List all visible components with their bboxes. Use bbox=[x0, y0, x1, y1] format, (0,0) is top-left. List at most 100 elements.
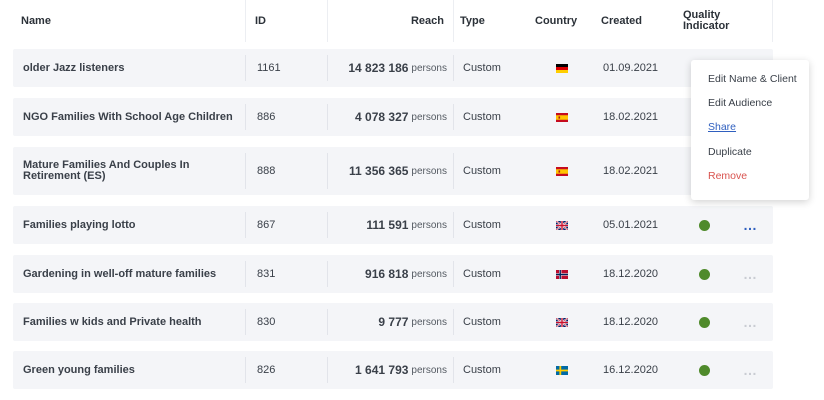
cell-divider bbox=[327, 153, 328, 189]
country-flag bbox=[556, 303, 568, 341]
table-row[interactable]: Gardening in well-off mature families 83… bbox=[13, 255, 773, 293]
column-divider bbox=[453, 0, 454, 42]
reach-unit: persons bbox=[411, 268, 447, 280]
audience-name[interactable]: older Jazz listeners bbox=[23, 49, 241, 87]
created-date: 16.12.2020 bbox=[603, 364, 659, 376]
cell-divider bbox=[245, 212, 246, 238]
column-header-country[interactable]: Country bbox=[535, 0, 577, 42]
created-date: 01.09.2021 bbox=[603, 62, 659, 74]
created-date: 18.02.2021 bbox=[603, 111, 659, 123]
cell-divider bbox=[327, 212, 328, 238]
audience-id: 867 bbox=[257, 219, 276, 231]
audience-id: 831 bbox=[257, 268, 276, 280]
reach-unit: persons bbox=[411, 364, 447, 376]
quality-indicator bbox=[699, 206, 710, 244]
more-options-icon[interactable]: … bbox=[743, 362, 758, 378]
reach-value: 111 591 bbox=[366, 218, 409, 232]
audience-id: 888 bbox=[257, 165, 276, 177]
audience-name[interactable]: NGO Families With School Age Children bbox=[23, 98, 241, 136]
cell-divider bbox=[453, 153, 454, 189]
audience-id: 826 bbox=[257, 364, 276, 376]
table-row[interactable]: older Jazz listeners 1161 14 823 186 per… bbox=[13, 49, 773, 87]
audience-reach: 9 777 persons bbox=[329, 303, 447, 341]
audience-name[interactable]: Families playing lotto bbox=[23, 206, 241, 244]
reach-value: 14 823 186 bbox=[348, 61, 409, 75]
quality-good-dot-icon bbox=[699, 219, 710, 231]
audience-name[interactable]: Families w kids and Private health bbox=[23, 303, 241, 341]
reach-value: 4 078 327 bbox=[355, 110, 409, 124]
reach-unit: persons bbox=[411, 165, 447, 177]
row-actions[interactable]: … bbox=[743, 206, 758, 244]
table-row[interactable]: Families playing lotto 867 111 591 perso… bbox=[13, 206, 773, 244]
audience-type: Custom bbox=[463, 165, 501, 177]
audience-type: Custom bbox=[463, 316, 501, 328]
reach-unit: persons bbox=[411, 111, 447, 123]
audience-type: Custom bbox=[463, 268, 501, 280]
cell-divider bbox=[453, 55, 454, 81]
more-options-icon[interactable]: … bbox=[743, 217, 758, 233]
cell-divider bbox=[245, 153, 246, 189]
cell-divider bbox=[245, 357, 246, 383]
column-header-quality-indicator[interactable]: Quality Indicator bbox=[683, 0, 743, 42]
column-header-reach[interactable]: Reach bbox=[329, 0, 444, 42]
reach-value: 916 818 bbox=[365, 267, 409, 281]
menu-item-edit-audience[interactable]: Edit Audience bbox=[708, 97, 772, 109]
more-options-icon[interactable]: … bbox=[743, 266, 758, 282]
audience-type: Custom bbox=[463, 111, 501, 123]
menu-item-remove[interactable]: Remove bbox=[708, 170, 747, 182]
quality-indicator bbox=[699, 303, 710, 341]
cell-divider bbox=[245, 104, 246, 130]
cell-divider bbox=[245, 309, 246, 335]
cell-divider bbox=[453, 261, 454, 287]
row-actions[interactable]: … bbox=[743, 351, 758, 389]
cell-divider bbox=[327, 55, 328, 81]
cell-divider bbox=[245, 55, 246, 81]
cell-divider bbox=[453, 357, 454, 383]
country-flag bbox=[556, 98, 568, 136]
cell-divider bbox=[327, 309, 328, 335]
audience-id: 886 bbox=[257, 111, 276, 123]
created-date: 18.02.2021 bbox=[603, 165, 659, 177]
audience-name[interactable]: Gardening in well-off mature families bbox=[23, 255, 241, 293]
cell-divider bbox=[453, 104, 454, 130]
column-header-type[interactable]: Type bbox=[460, 0, 485, 42]
table-row[interactable]: Families w kids and Private health 830 9… bbox=[13, 303, 773, 341]
cell-divider bbox=[245, 261, 246, 287]
menu-item-edit-name-client[interactable]: Edit Name & Client bbox=[708, 73, 797, 85]
cell-divider bbox=[327, 357, 328, 383]
created-date: 05.01.2021 bbox=[603, 219, 659, 231]
audience-reach: 4 078 327 persons bbox=[329, 98, 447, 136]
reach-value: 9 777 bbox=[378, 315, 409, 329]
table-row[interactable]: Green young families 826 1 641 793 perso… bbox=[13, 351, 773, 389]
audience-name[interactable]: Mature Families And Couples In Retiremen… bbox=[23, 147, 241, 195]
cell-divider bbox=[453, 212, 454, 238]
audience-reach: 111 591 persons bbox=[329, 206, 447, 244]
more-options-icon[interactable]: … bbox=[743, 314, 758, 330]
column-header-name[interactable]: Name bbox=[21, 0, 51, 42]
quality-good-dot-icon bbox=[699, 268, 710, 280]
audience-type: Custom bbox=[463, 62, 501, 74]
menu-item-duplicate[interactable]: Duplicate bbox=[708, 146, 752, 158]
column-header-id[interactable]: ID bbox=[255, 0, 266, 42]
audience-type: Custom bbox=[463, 219, 501, 231]
reach-value: 1 641 793 bbox=[355, 363, 409, 377]
row-actions[interactable]: … bbox=[743, 255, 758, 293]
quality-indicator bbox=[699, 255, 710, 293]
column-divider bbox=[245, 0, 246, 42]
reach-value: 11 356 365 bbox=[349, 164, 409, 178]
reach-unit: persons bbox=[411, 62, 447, 74]
table-row[interactable]: Mature Families And Couples In Retiremen… bbox=[13, 147, 773, 195]
audience-reach: 1 641 793 persons bbox=[329, 351, 447, 389]
table-row[interactable]: NGO Families With School Age Children 88… bbox=[13, 98, 773, 136]
quality-header-line2: Indicator bbox=[683, 20, 730, 32]
audience-name[interactable]: Green young families bbox=[23, 351, 241, 389]
column-divider bbox=[327, 0, 328, 42]
created-date: 18.12.2020 bbox=[603, 268, 659, 280]
column-header-created[interactable]: Created bbox=[601, 0, 642, 42]
quality-good-dot-icon bbox=[699, 364, 710, 376]
gb-flag-icon bbox=[556, 317, 568, 327]
row-actions[interactable]: … bbox=[743, 303, 758, 341]
menu-item-share[interactable]: Share bbox=[708, 121, 736, 133]
table-header: Name ID Reach Type Country Created Quali… bbox=[13, 0, 773, 42]
audience-type: Custom bbox=[463, 364, 501, 376]
